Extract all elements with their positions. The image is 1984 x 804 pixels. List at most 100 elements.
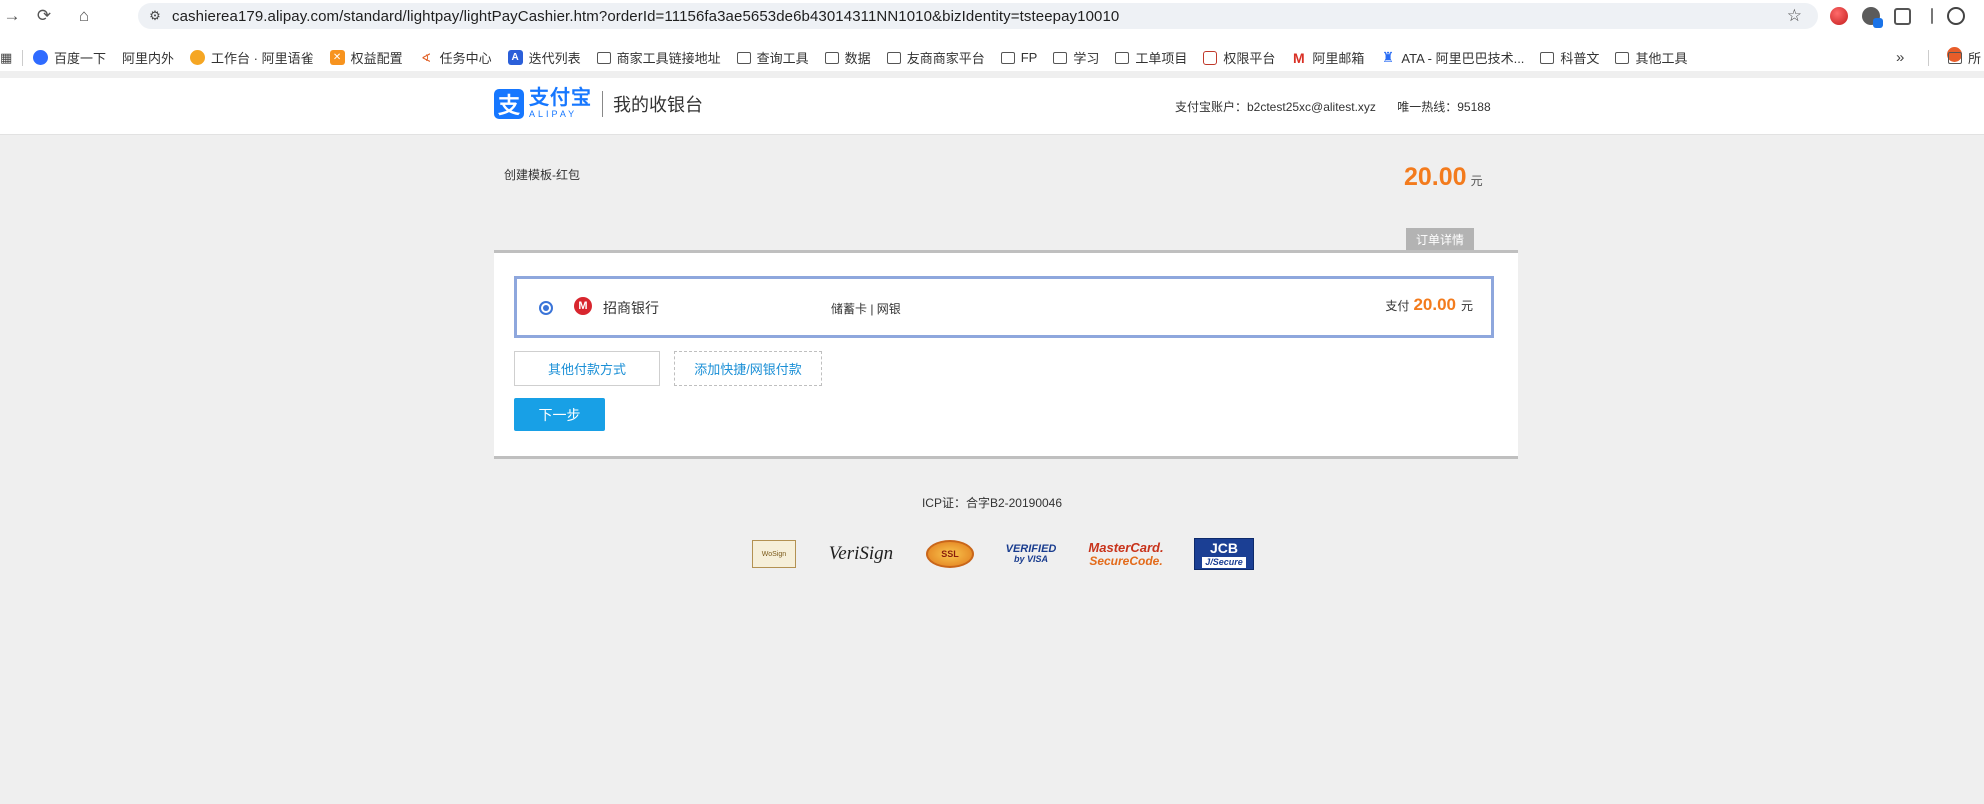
bookmark-item[interactable]: ♜ ATA - 阿里巴巴技术... <box>1380 48 1525 67</box>
bookmark-label: 阿里邮箱 <box>1312 51 1365 66</box>
bookmark-label: ATA - 阿里巴巴技术... <box>1401 51 1525 66</box>
selected-payment-option[interactable]: M 招商银行 储蓄卡 | 网银 支付 20.00 元 <box>514 276 1494 338</box>
payment-panel: M 招商银行 储蓄卡 | 网银 支付 20.00 元 其他付款方式 添加快捷/网… <box>494 250 1518 459</box>
toolbar-divider <box>1931 8 1933 24</box>
bookmark-label: 工单项目 <box>1135 51 1188 66</box>
icp-license: ICP证：合字B2-20190046 <box>921 496 1063 510</box>
bookmark-item[interactable]: A 迭代列表 <box>507 48 581 67</box>
bookmark-label: 友商商家平台 <box>906 51 985 66</box>
bookmark-item[interactable]: 数据 <box>824 48 871 67</box>
page-title: 我的收银台 <box>613 94 703 115</box>
address-bar[interactable]: ⚙ cashierea179.alipay.com/standard/light… <box>138 3 1818 29</box>
bookmark-star-icon[interactable]: ☆ <box>1787 6 1802 26</box>
extension-red-icon[interactable] <box>1830 7 1848 25</box>
verified-by-visa-badge[interactable]: VERIFIED by VISA <box>1004 538 1058 570</box>
bookmark-item[interactable]: ∢ 任务中心 <box>419 48 492 67</box>
pay-amount: 支付 20.00 元 <box>1385 295 1473 315</box>
cashier-header: 支 支付宝 ALIPAY 我的收银台 支付宝账户：b2ctest25xc@ali… <box>0 78 1984 135</box>
bookmark-item[interactable]: 友商商家平台 <box>886 48 985 67</box>
card-type: 储蓄卡 | 网银 <box>831 302 901 316</box>
wosign-badge[interactable]: WoSign <box>752 540 796 568</box>
folder-icon <box>824 51 839 64</box>
bookmark-item[interactable]: 查询工具 <box>736 48 809 67</box>
bookmark-item[interactable]: 工单项目 <box>1115 48 1187 67</box>
order-detail-button[interactable]: 订单详情 <box>1406 228 1474 250</box>
bookmark-label: 工作台 · 阿里语雀 <box>211 51 314 66</box>
ssl-badge[interactable]: SSL <box>926 540 974 568</box>
hotline-label: 唯一热线：95188 <box>1397 100 1491 114</box>
lock-icon <box>1203 50 1218 65</box>
bookmark-item[interactable]: ✕ 权益配置 <box>329 48 403 67</box>
order-name: 创建模板-红包 <box>504 168 580 182</box>
bookmark-item[interactable]: FP <box>1000 50 1038 65</box>
bookmark-label: FP <box>1020 50 1038 65</box>
mastercard-securecode-badge[interactable]: MasterCard. SecureCode. <box>1088 538 1164 570</box>
bookmark-item[interactable]: 学习 <box>1053 48 1099 67</box>
pay-amount-value: 20.00 <box>1413 295 1456 314</box>
account-info: 支付宝账户：b2ctest25xc@alitest.xyz 唯一热线：95188 <box>1175 98 1509 115</box>
jcb-top-text: JCB <box>1209 539 1238 556</box>
bookmark-label: 迭代列表 <box>528 51 581 66</box>
apps-grid-icon[interactable]: ▦ <box>0 50 12 66</box>
home-icon[interactable]: ⌂ <box>64 0 104 32</box>
bookmark-item[interactable]: 商家工具链接地址 <box>596 48 721 67</box>
ata-icon: ♜ <box>1381 49 1395 65</box>
folder-icon <box>736 51 751 64</box>
orange-icon: ✕ <box>329 50 345 65</box>
site-info-icon[interactable]: ⚙ <box>138 8 172 24</box>
alipay-logo[interactable]: 支 支付宝 ALIPAY 我的收银台 <box>494 88 703 119</box>
verisign-badge[interactable]: VeriSign <box>826 538 896 570</box>
bookmark-item[interactable]: 权限平台 <box>1203 48 1275 67</box>
folder-icon <box>1053 51 1068 64</box>
bookmarks-bar: ▦ 百度一下 阿里内外 工作台 · 阿里语雀 ✕ 权益配置 ∢ 任务中心 A 迭代列表 商家工具链… <box>0 44 1984 71</box>
bookmark-item[interactable]: 工作台 · 阿里语雀 <box>190 48 314 67</box>
bookmark-label: 阿里内外 <box>122 51 175 66</box>
next-step-button[interactable]: 下一步 <box>514 398 605 431</box>
bookmark-item[interactable]: 科普文 <box>1540 48 1599 67</box>
extension-badge-icon[interactable] <box>1862 7 1883 28</box>
reload-icon[interactable]: ⟳ <box>24 0 64 32</box>
pay-amount-unit: 元 <box>1460 299 1473 313</box>
cmb-bank-icon: M <box>574 297 592 315</box>
mc-bottom-text: SecureCode. <box>1089 553 1163 568</box>
bookmark-label: 数据 <box>844 51 871 66</box>
url-text[interactable]: cashierea179.alipay.com/standard/lightpa… <box>172 8 1119 25</box>
bookmark-label: 科普文 <box>1560 51 1600 66</box>
bookmark-item[interactable]: 其他工具 <box>1615 48 1687 67</box>
alipay-wordmark: 支付宝 ALIPAY <box>529 88 592 119</box>
order-amount-unit: 元 <box>1470 174 1483 188</box>
jcb-jsecure-badge[interactable]: JCB J/Secure <box>1194 538 1254 570</box>
bookmarks-overflow-icon[interactable]: » <box>1896 49 1904 66</box>
alipay-logo-icon: 支 <box>494 88 524 119</box>
bookmark-item[interactable]: 阿里内外 <box>122 47 1962 67</box>
payment-radio[interactable] <box>539 301 553 315</box>
add-payment-method-button[interactable]: 添加快捷/网银付款 <box>674 351 822 386</box>
logo-cn-text: 支付宝 <box>529 87 592 109</box>
bookmark-label: 任务中心 <box>439 51 492 66</box>
bookmark-label: 其他工具 <box>1635 51 1688 66</box>
bookmark-all-folder[interactable]: 所 <box>1948 48 1981 67</box>
extensions-area <box>1830 0 1965 32</box>
bookmark-all-label: 所 <box>1968 51 1982 66</box>
order-amount-value: 20.00 <box>1404 163 1467 191</box>
folder-icon <box>1000 51 1015 64</box>
mail-icon: M <box>1293 49 1305 66</box>
folder-icon <box>596 51 611 64</box>
forward-icon[interactable]: → <box>0 0 24 32</box>
profile-avatar-icon[interactable] <box>1947 7 1965 25</box>
bookmark-item[interactable]: M 阿里邮箱 <box>1291 48 1364 67</box>
bookmark-item[interactable]: 百度一下 <box>33 48 106 67</box>
extensions-puzzle-icon[interactable] <box>1894 7 1911 25</box>
security-certifications: WoSign VeriSign SSL VERIFIED by VISA Mas… <box>752 538 1284 570</box>
bookmark-label: 百度一下 <box>54 51 107 66</box>
order-amount: 20.00 元 <box>1404 163 1483 192</box>
paw-icon <box>33 50 48 65</box>
bookmarks-divider <box>22 49 23 66</box>
folder-icon <box>1115 51 1130 64</box>
logo-divider <box>602 90 603 117</box>
folder-icon <box>1540 51 1555 64</box>
hand-icon <box>190 50 206 65</box>
other-payment-methods-button[interactable]: 其他付款方式 <box>514 351 660 386</box>
browser-toolbar: → ⟳ ⌂ ⚙ cashierea179.alipay.com/standard… <box>0 0 1984 32</box>
task-icon: ∢ <box>421 50 432 65</box>
